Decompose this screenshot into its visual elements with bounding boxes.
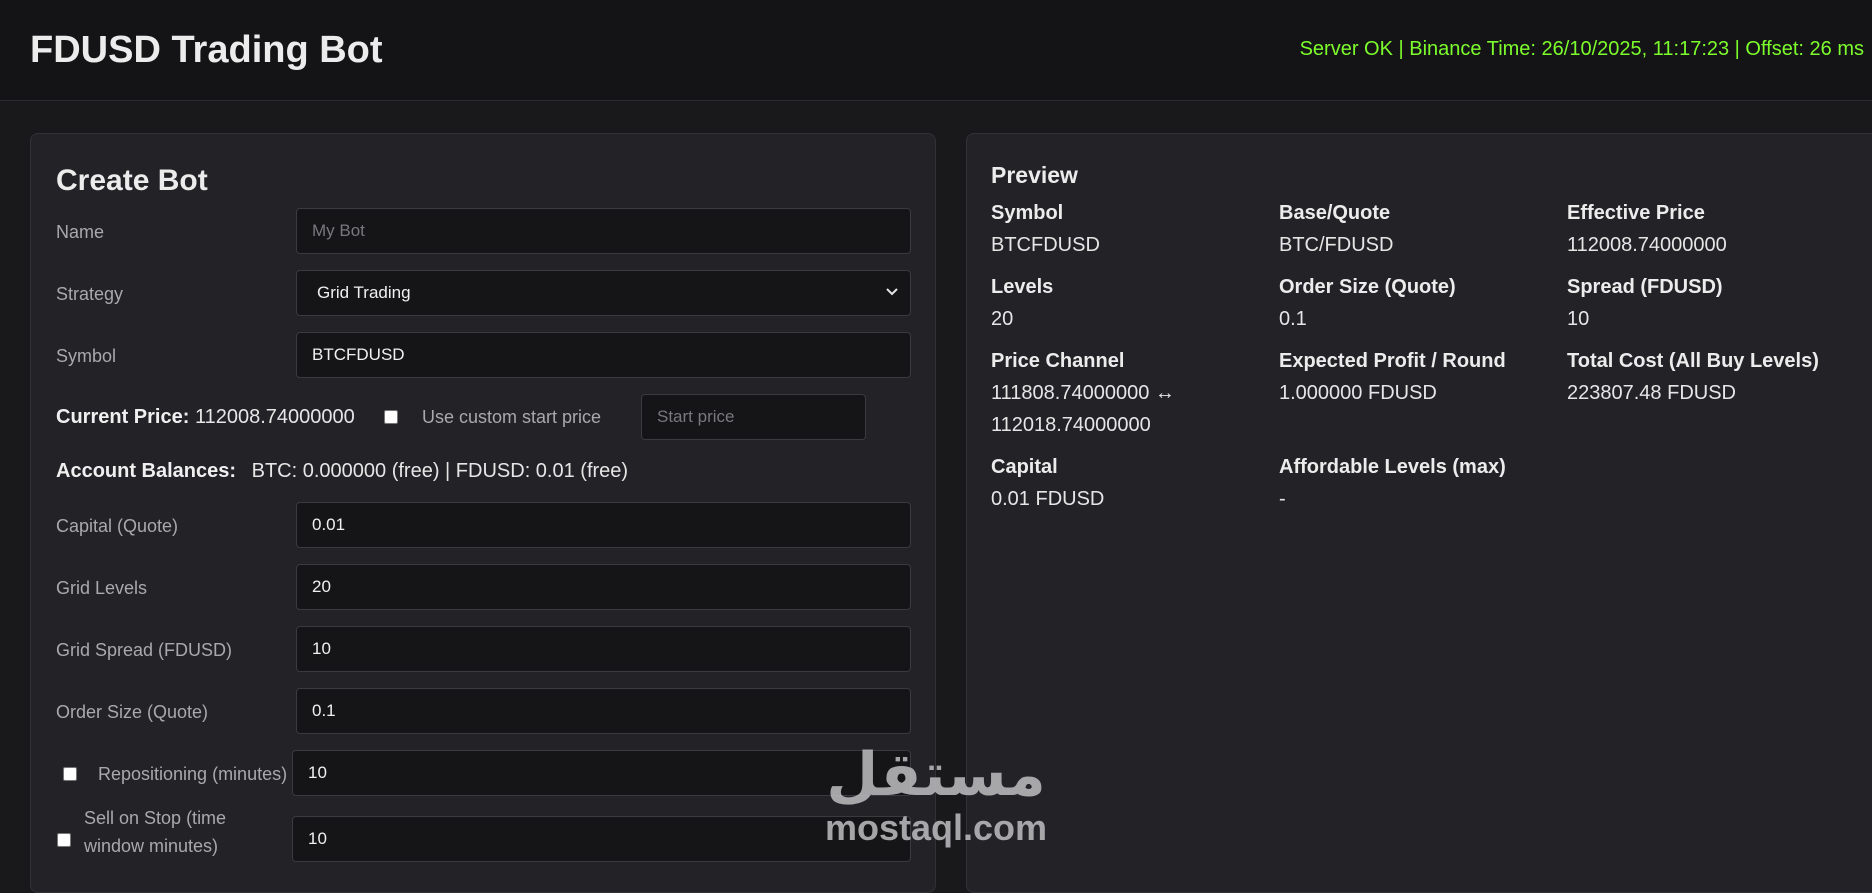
preview-label: Effective Price <box>1567 202 1705 224</box>
grid-spread-label: Grid Spread (FDUSD) <box>56 640 233 660</box>
repositioning-label: Repositioning (minutes) <box>98 764 288 784</box>
preview-order-size: Order Size (Quote) 0.1 <box>1279 271 1559 335</box>
preview-value: 20 <box>991 308 1014 330</box>
sell-on-stop-input[interactable] <box>292 816 911 862</box>
watermark-arabic: مستقل <box>826 740 1046 810</box>
grid-levels-label: Grid Levels <box>56 578 148 598</box>
current-price-label: Current Price: <box>56 406 190 428</box>
preview-label: Capital <box>991 456 1058 478</box>
account-balances-value: BTC: 0.000000 (free) | FDUSD: 0.01 (free… <box>251 460 629 482</box>
preview-levels: Levels 20 <box>991 271 1271 335</box>
preview-label: Affordable Levels (max) <box>1279 456 1506 478</box>
preview-value: BTC/FDUSD <box>1279 234 1394 256</box>
preview-value: - <box>1279 488 1286 510</box>
grid-spread-input[interactable] <box>296 626 911 672</box>
preview-label: Price Channel <box>991 350 1125 372</box>
sell-on-stop-label-line1: Sell on Stop (time <box>84 808 227 828</box>
preview-value: 0.1 <box>1279 308 1307 330</box>
preview-value: 112008.74000000 <box>1567 234 1727 256</box>
grid-levels-input[interactable] <box>296 564 911 610</box>
sell-on-stop-label: Sell on Stop (time window minutes) <box>84 804 226 860</box>
preview-panel: Preview Symbol BTCFDUSD Base/Quote BTC/F… <box>966 133 1872 893</box>
preview-label: Expected Profit / Round <box>1279 350 1506 372</box>
order-size-input[interactable] <box>296 688 911 734</box>
preview-label: Levels <box>991 276 1054 298</box>
name-label: Name <box>56 222 105 242</box>
strategy-select[interactable]: Grid Trading <box>296 270 911 316</box>
preview-value-line2: 112018.74000000 <box>991 414 1151 436</box>
preview-effective-price: Effective Price 112008.74000000 <box>1567 197 1847 261</box>
repositioning-row: Repositioning (minutes) <box>56 750 911 798</box>
grid-spread-row: Grid Spread (FDUSD) <box>56 626 911 674</box>
repositioning-input[interactable] <box>292 750 911 796</box>
strategy-label: Strategy <box>56 284 124 304</box>
strategy-selected-value: Grid Trading <box>317 283 411 302</box>
preview-expected-profit: Expected Profit / Round 1.000000 FDUSD <box>1279 345 1559 409</box>
preview-value: BTCFDUSD <box>991 234 1100 256</box>
top-header: FDUSD Trading Bot Server OK | Binance Ti… <box>0 0 1872 101</box>
capital-input[interactable] <box>296 502 911 548</box>
sell-on-stop-row: Sell on Stop (time window minutes) <box>56 808 911 864</box>
strategy-row: Strategy Grid Trading <box>56 270 911 318</box>
preview-value: 0.01 FDUSD <box>991 488 1105 510</box>
preview-total-cost: Total Cost (All Buy Levels) 223807.48 FD… <box>1567 345 1867 409</box>
create-bot-title: Create Bot <box>56 164 208 197</box>
preview-title: Preview <box>991 162 1078 188</box>
preview-label: Spread (FDUSD) <box>1567 276 1723 298</box>
chevron-down-icon <box>886 288 898 296</box>
app-title: FDUSD Trading Bot <box>30 29 383 71</box>
name-row: Name <box>56 208 911 256</box>
preview-affordable-levels: Affordable Levels (max) - <box>1279 451 1559 515</box>
preview-spread: Spread (FDUSD) 10 <box>1567 271 1847 335</box>
preview-value: 10 <box>1567 308 1590 330</box>
start-price-input[interactable] <box>641 394 866 440</box>
preview-label: Order Size (Quote) <box>1279 276 1456 298</box>
create-bot-panel: Create Bot Name Strategy Grid Trading Sy… <box>30 133 936 893</box>
custom-start-price-label: Use custom start price <box>422 407 602 427</box>
mostaql-watermark: مستقل mostaql.com <box>822 742 1050 852</box>
preview-value: 223807.48 FDUSD <box>1567 382 1736 404</box>
repositioning-checkbox[interactable] <box>63 767 77 781</box>
watermark-latin: mostaql.com <box>824 807 1048 848</box>
order-size-label: Order Size (Quote) <box>56 702 209 722</box>
custom-start-price-checkbox[interactable] <box>384 410 398 424</box>
account-balances-label: Account Balances: <box>56 460 237 482</box>
symbol-row: Symbol <box>56 332 911 380</box>
grid-levels-row: Grid Levels <box>56 564 911 612</box>
current-price-value: 112008.74000000 <box>195 406 355 428</box>
preview-value: 1.000000 FDUSD <box>1279 382 1437 404</box>
order-size-row: Order Size (Quote) <box>56 688 911 736</box>
name-input[interactable] <box>296 208 911 254</box>
sell-on-stop-label-line2: window minutes) <box>84 836 219 856</box>
preview-price-channel: Price Channel 111808.74000000 ↔ 112018.7… <box>991 345 1271 441</box>
capital-label: Capital (Quote) <box>56 516 179 536</box>
current-price-row: Current Price: 112008.74000000 Use custo… <box>56 394 911 442</box>
preview-capital: Capital 0.01 FDUSD <box>991 451 1271 515</box>
preview-value: 111808.74000000 ↔ <box>991 382 1175 404</box>
preview-base-quote: Base/Quote BTC/FDUSD <box>1279 197 1559 261</box>
preview-symbol: Symbol BTCFDUSD <box>991 197 1271 261</box>
preview-label: Symbol <box>991 202 1064 224</box>
symbol-input[interactable] <box>296 332 911 378</box>
account-balances: Account Balances: BTC: 0.000000 (free) |… <box>56 460 628 483</box>
sell-on-stop-checkbox[interactable] <box>57 833 71 847</box>
symbol-label: Symbol <box>56 346 117 366</box>
preview-label: Total Cost (All Buy Levels) <box>1567 350 1819 372</box>
preview-label: Base/Quote <box>1279 202 1391 224</box>
server-status-text: Server OK | Binance Time: 26/10/2025, 11… <box>1299 38 1864 60</box>
capital-row: Capital (Quote) <box>56 502 911 550</box>
